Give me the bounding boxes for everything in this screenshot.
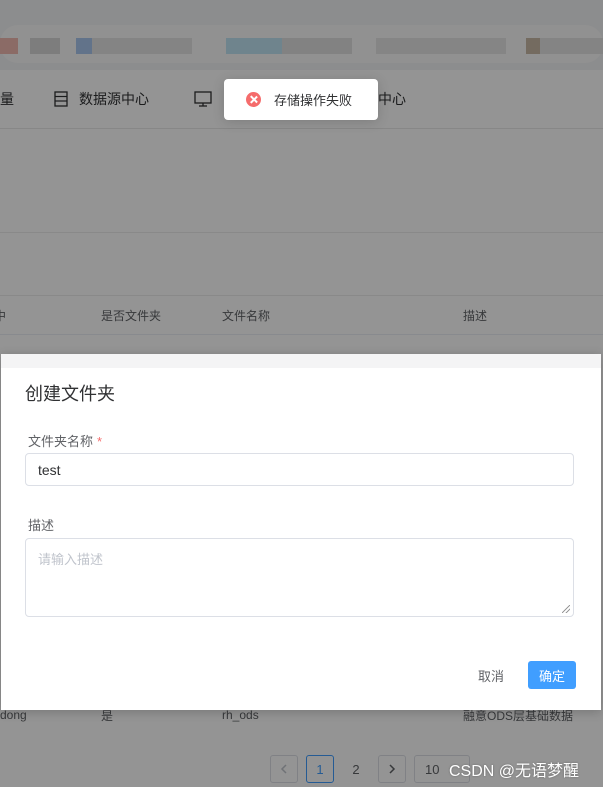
folder-name-input[interactable]: test [25,453,574,486]
toast-message: 存储操作失败 [274,93,353,108]
confirm-button[interactable]: 确定 [528,661,576,689]
folder-name-value: test [38,461,61,478]
required-asterisk: * [97,434,103,449]
create-folder-dialog [1,354,601,710]
dialog-title: 创建文件夹 [25,384,115,404]
description-textarea[interactable]: 请输入描述 [25,538,574,617]
description-label: 描述 [28,518,55,533]
dialog-top-strip [1,354,601,368]
description-placeholder: 请输入描述 [38,552,104,567]
folder-name-label-text: 文件夹名称 [28,434,94,449]
folder-name-label: 文件夹名称 * [28,431,102,450]
resize-handle-icon[interactable] [562,605,570,613]
error-toast: 存储操作失败 [224,79,378,120]
error-circle-icon [246,92,261,107]
cancel-button[interactable]: 取消 [466,661,516,689]
watermark: CSDN @无语梦醒 [449,763,580,780]
